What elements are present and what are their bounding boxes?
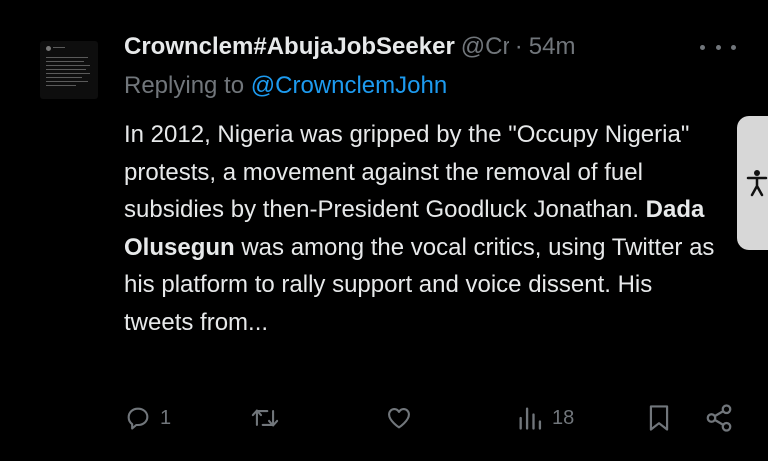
share-icon [706, 404, 732, 432]
like-button[interactable] [384, 398, 422, 438]
separator-dot: · [514, 33, 523, 60]
reply-count: 1 [160, 406, 172, 429]
retweet-button[interactable] [250, 398, 288, 438]
timestamp[interactable]: 54m [529, 33, 576, 61]
avatar-line [46, 77, 82, 78]
views-count: 18 [552, 406, 575, 429]
display-name[interactable]: Crownclem#AbujaJobSeeker [124, 33, 455, 61]
retweet-icon [251, 409, 279, 427]
avatar-line [46, 85, 76, 86]
replying-to-line: Replying to @CrownclemJohn [124, 72, 447, 100]
accessibility-tab[interactable] [737, 116, 768, 250]
avatar-line [46, 57, 88, 58]
avatar-line [46, 73, 90, 74]
tweet-header: Crownclem#AbujaJobSeeker @CrownclemJohn … [124, 30, 684, 64]
more-dots-icon [731, 44, 736, 50]
avatar-line [46, 81, 88, 82]
user-handle[interactable]: @CrownclemJohn [461, 33, 509, 61]
more-options-button[interactable] [700, 42, 736, 52]
tweet-actions: 1 18 [124, 398, 744, 438]
views-bar-chart-icon [519, 407, 542, 430]
bookmark-button[interactable] [646, 398, 672, 438]
avatar-line [46, 69, 86, 70]
avatar-dot [46, 46, 51, 51]
bookmark-icon [649, 405, 669, 431]
replying-to-label: Replying to [124, 72, 251, 99]
more-dots-icon [715, 44, 721, 50]
avatar-line [53, 47, 65, 48]
reply-icon [127, 407, 149, 430]
tweet-text-part: In 2012, Nigeria was gripped by the "Occ… [124, 121, 690, 223]
heart-icon [388, 407, 410, 429]
replying-to-mention[interactable]: @CrownclemJohn [251, 72, 447, 99]
share-button[interactable] [704, 398, 734, 438]
reply-button[interactable]: 1 [124, 398, 171, 438]
tweet-text: In 2012, Nigeria was gripped by the "Occ… [124, 116, 724, 341]
avatar-line [46, 65, 90, 66]
avatar[interactable] [40, 41, 98, 99]
more-dots-icon [700, 44, 705, 50]
avatar-line [46, 61, 84, 62]
views-button[interactable]: 18 [516, 398, 574, 438]
accessibility-person-icon [746, 170, 768, 197]
